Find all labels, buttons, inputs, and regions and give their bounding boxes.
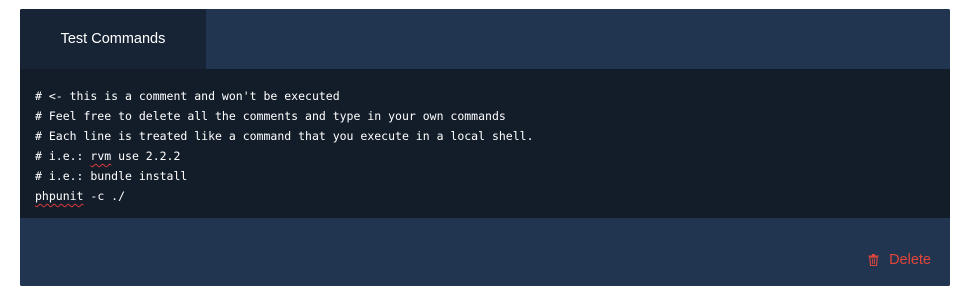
code-line-rvm: # i.e.: rvm use 2.2.2 [35,149,181,163]
delete-label: Delete [889,252,931,268]
code-line: # i.e.: bundle install [35,169,188,183]
spellcheck-word: phpunit [35,189,84,203]
test-commands-panel: Test Commands # <- this is a comment and… [20,9,950,286]
code-line: # Each line is treated like a command th… [35,129,534,143]
panel-footer: Delete [20,218,950,286]
tab-bar: Test Commands [20,9,950,69]
tab-test-commands[interactable]: Test Commands [20,9,206,69]
code-line-phpunit: phpunit -c ./ [35,189,126,203]
spellcheck-word: rvm [90,149,112,163]
delete-button[interactable]: Delete [868,252,931,268]
code-line: # <- this is a comment and won't be exec… [35,89,340,103]
trash-icon [868,254,879,266]
commands-editor[interactable]: # <- this is a comment and won't be exec… [20,69,950,218]
code-line: # Feel free to delete all the comments a… [35,109,506,123]
